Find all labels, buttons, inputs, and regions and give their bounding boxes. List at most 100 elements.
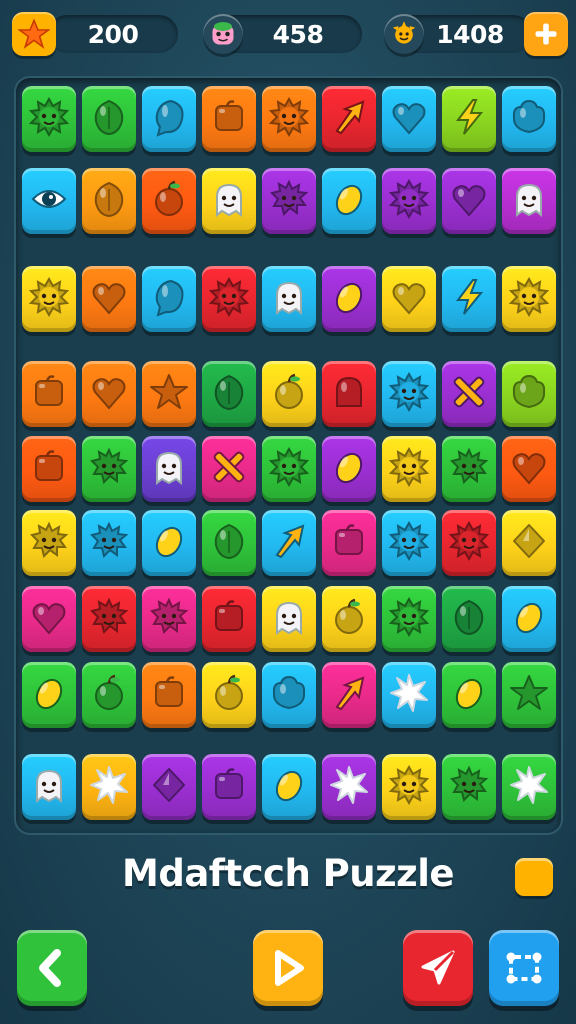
tile-ghost-face[interactable] xyxy=(142,436,196,502)
tile-spiky[interactable] xyxy=(262,168,316,234)
tile-sun-face[interactable] xyxy=(262,86,316,152)
tile-ghost-face[interactable] xyxy=(502,168,556,234)
tile-sun-face[interactable] xyxy=(202,266,256,332)
shuffle-button[interactable] xyxy=(489,930,559,1006)
tile-lemon[interactable] xyxy=(322,266,376,332)
tile-heart[interactable] xyxy=(382,266,436,332)
sun-face-icon xyxy=(388,520,430,565)
tile-sun-face[interactable] xyxy=(22,266,76,332)
tile-heart[interactable] xyxy=(22,586,76,652)
tile-lemon[interactable] xyxy=(142,510,196,576)
tile-arrow[interactable] xyxy=(322,662,376,728)
play-button[interactable] xyxy=(253,930,323,1006)
add-button[interactable] xyxy=(524,12,568,56)
tile-ghost-face[interactable] xyxy=(262,266,316,332)
tile-spiky[interactable] xyxy=(442,436,496,502)
tile-lemon[interactable] xyxy=(322,436,376,502)
tile-cross[interactable] xyxy=(202,436,256,502)
tile-heart[interactable] xyxy=(442,168,496,234)
tile-burst[interactable] xyxy=(82,754,136,820)
lemon-icon xyxy=(329,179,369,223)
tile-burst[interactable] xyxy=(322,754,376,820)
tile-spiky[interactable] xyxy=(442,754,496,820)
tile-star[interactable] xyxy=(502,662,556,728)
tile-blob[interactable] xyxy=(262,662,316,728)
tile-sun-face[interactable] xyxy=(22,86,76,152)
tile-sun-face[interactable] xyxy=(382,586,436,652)
tile-ghost-face[interactable] xyxy=(22,754,76,820)
heart-icon xyxy=(29,597,69,641)
tile-apple[interactable] xyxy=(82,662,136,728)
tile-heart[interactable] xyxy=(382,86,436,152)
tile-apple[interactable] xyxy=(142,168,196,234)
tile-heart[interactable] xyxy=(502,436,556,502)
tile-bolt[interactable] xyxy=(442,266,496,332)
tile-leaf[interactable] xyxy=(202,510,256,576)
tile-diamond[interactable] xyxy=(142,754,196,820)
burst-icon xyxy=(509,765,549,809)
tile-blob[interactable] xyxy=(502,86,556,152)
tile-ghost-face[interactable] xyxy=(262,586,316,652)
tile-arrow[interactable] xyxy=(262,510,316,576)
tile-block[interactable] xyxy=(142,662,196,728)
tile-block[interactable] xyxy=(22,436,76,502)
tile-block[interactable] xyxy=(202,86,256,152)
tile-heart[interactable] xyxy=(82,361,136,427)
tile-arrow[interactable] xyxy=(322,86,376,152)
tile-apple[interactable] xyxy=(202,662,256,728)
tile-sun-face[interactable] xyxy=(382,754,436,820)
tile-sun-face[interactable] xyxy=(382,168,436,234)
sun-face-icon xyxy=(388,446,430,491)
tile-blob[interactable] xyxy=(502,361,556,427)
sun-face-icon xyxy=(28,276,70,321)
tile-drop[interactable] xyxy=(142,266,196,332)
tile-leaf[interactable] xyxy=(442,586,496,652)
gem-icon[interactable] xyxy=(515,858,553,896)
tile-cross[interactable] xyxy=(442,361,496,427)
tile-sun-face[interactable] xyxy=(502,266,556,332)
tile-spiky[interactable] xyxy=(142,586,196,652)
chevron-left-icon xyxy=(39,949,61,987)
tile-leaf[interactable] xyxy=(202,361,256,427)
tile-diamond[interactable] xyxy=(502,510,556,576)
tile-heart[interactable] xyxy=(82,266,136,332)
send-button[interactable] xyxy=(403,930,473,1006)
tile-sun-face[interactable] xyxy=(382,436,436,502)
tile-block[interactable] xyxy=(22,361,76,427)
tile-star[interactable] xyxy=(142,361,196,427)
tile-apple[interactable] xyxy=(262,361,316,427)
tile-sun-face[interactable] xyxy=(262,436,316,502)
tile-ghost-face[interactable] xyxy=(202,168,256,234)
tile-leaf[interactable] xyxy=(82,86,136,152)
cross-icon xyxy=(209,447,249,491)
tile-lemon[interactable] xyxy=(442,662,496,728)
tile-sun-face[interactable] xyxy=(382,510,436,576)
diamond-icon xyxy=(509,521,549,565)
tile-apple[interactable] xyxy=(322,586,376,652)
tile-spiky[interactable] xyxy=(22,510,76,576)
tile-lemon[interactable] xyxy=(502,586,556,652)
tile-spiky[interactable] xyxy=(82,586,136,652)
tile-bell[interactable] xyxy=(322,361,376,427)
tile-bolt[interactable] xyxy=(442,86,496,152)
tile-burst[interactable] xyxy=(382,662,436,728)
tile-lemon[interactable] xyxy=(322,168,376,234)
tile-block[interactable] xyxy=(202,586,256,652)
tile-eye[interactable] xyxy=(22,168,76,234)
tile-block[interactable] xyxy=(202,754,256,820)
tile-spiky[interactable] xyxy=(82,510,136,576)
tile-lemon[interactable] xyxy=(262,754,316,820)
heart-icon xyxy=(509,447,549,491)
spiky-icon xyxy=(149,597,189,641)
blob-icon xyxy=(509,372,549,416)
tile-sun-face[interactable] xyxy=(442,510,496,576)
tile-spiky[interactable] xyxy=(82,436,136,502)
tile-block[interactable] xyxy=(322,510,376,576)
tile-drop[interactable] xyxy=(142,86,196,152)
back-button[interactable] xyxy=(17,930,87,1006)
tile-leaf[interactable] xyxy=(82,168,136,234)
tile-lemon[interactable] xyxy=(22,662,76,728)
tile-sun-face[interactable] xyxy=(382,361,436,427)
sun-face-icon xyxy=(388,596,430,641)
tile-burst[interactable] xyxy=(502,754,556,820)
